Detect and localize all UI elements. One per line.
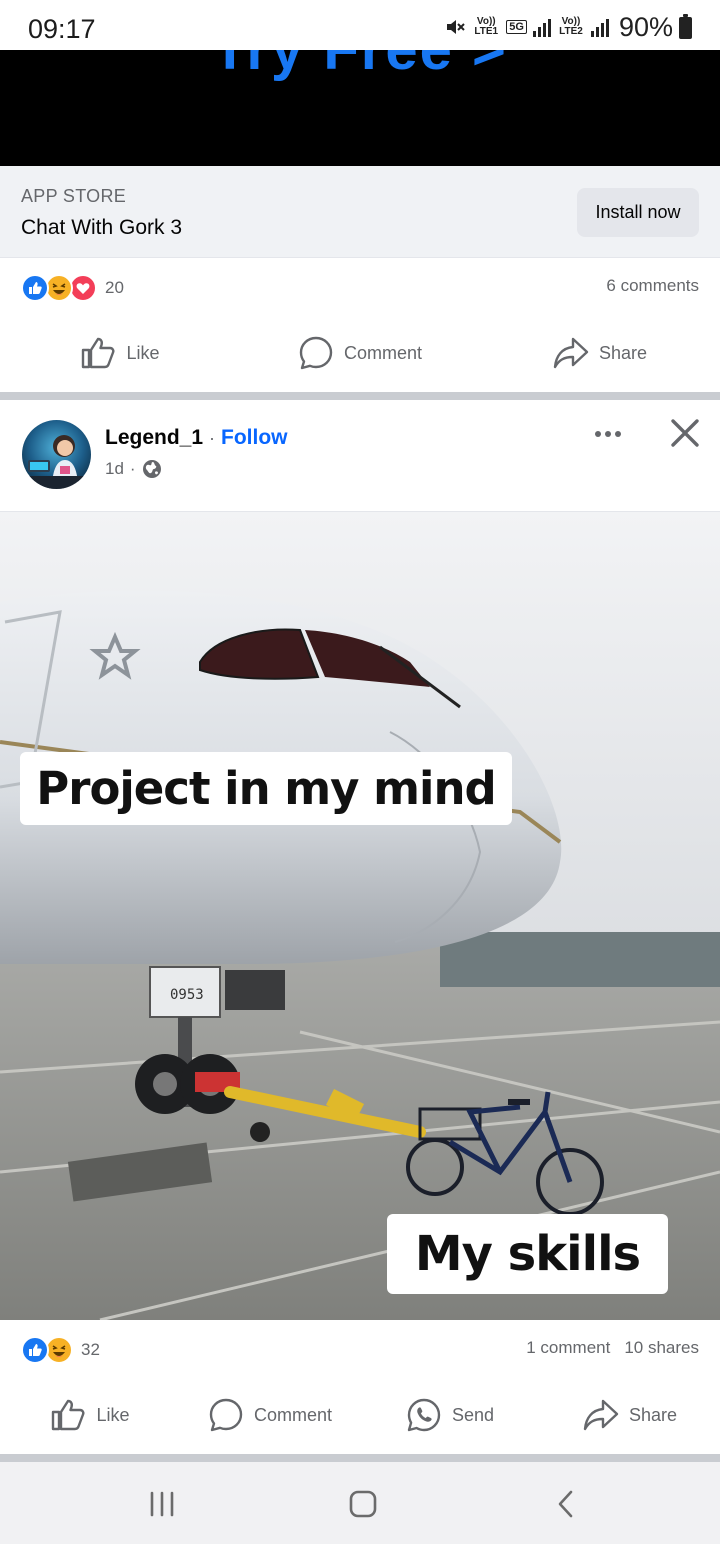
system-nav-bar (0, 1462, 720, 1544)
feed-divider (0, 392, 720, 400)
separator-dot: · (209, 428, 216, 448)
comment-label: Comment (343, 342, 423, 363)
svg-text:0953: 0953 (170, 987, 204, 1003)
install-button[interactable]: Install now (577, 188, 699, 237)
ad-action-bar: Like Comment Share (0, 318, 720, 388)
follow-button[interactable]: Follow (221, 426, 288, 450)
share-icon (583, 1399, 619, 1431)
mute-icon (447, 20, 465, 34)
like-label: Like (126, 342, 160, 363)
post-meta: 1d · (105, 459, 162, 479)
shares-count-link[interactable]: 10 shares (624, 1338, 699, 1358)
author-name[interactable]: Legend_1 (105, 426, 203, 450)
home-icon[interactable] (343, 1486, 383, 1522)
post-image[interactable]: 0953 Project in my mind My skills (0, 512, 720, 1320)
caption-top: Project in my mind (20, 752, 512, 825)
comment-icon (299, 336, 333, 370)
haha-reaction-icon (45, 1336, 73, 1364)
globe-icon (142, 460, 161, 478)
love-reaction-icon (69, 274, 97, 302)
ad-cta-bar[interactable]: APP STORE Chat With Gork 3 Install now (0, 166, 720, 258)
comments-count-link[interactable]: 6 comments (606, 276, 699, 296)
meta-dot: · (129, 459, 136, 478)
like-reaction-icon (21, 1336, 49, 1364)
thumbs-up-icon (52, 1399, 85, 1431)
comment-icon (209, 1398, 243, 1432)
ad-store-label: APP STORE (21, 186, 127, 206)
author-line: Legend_1 · Follow (105, 426, 288, 450)
caption-bottom: My skills (387, 1214, 668, 1294)
haha-reaction-icon (45, 274, 73, 302)
reaction-summary[interactable]: 32 (21, 1336, 100, 1364)
post-reactions-row: 32 1 comment 10 shares (0, 1320, 720, 1376)
post-action-bar: Like Comment Send Share (0, 1380, 720, 1450)
battery-level: 90% (618, 11, 673, 42)
thumbs-up-icon (82, 337, 115, 369)
reaction-count: 20 (105, 278, 124, 297)
close-icon[interactable] (665, 413, 705, 453)
comment-button[interactable]: Comment (240, 335, 480, 371)
share-button[interactable]: Share (480, 336, 720, 370)
post-time[interactable]: 1d (105, 459, 124, 479)
recent-apps-icon[interactable] (142, 1486, 182, 1522)
share-icon (553, 337, 589, 369)
whatsapp-icon (407, 1398, 441, 1432)
share-label: Share (598, 342, 648, 363)
more-options-icon[interactable] (588, 420, 628, 448)
like-label: Like (96, 1404, 130, 1425)
signal-icon (532, 19, 551, 37)
avatar[interactable] (22, 420, 91, 489)
reaction-count: 32 (81, 1340, 100, 1359)
comment-label: Comment (253, 1404, 333, 1425)
share-label: Share (628, 1404, 678, 1425)
post-engagement-stats: 1 comment 10 shares (526, 1338, 699, 1358)
like-reaction-icon (21, 274, 49, 302)
feed-divider (0, 1454, 720, 1462)
ad-engagement-stats: 6 comments (606, 276, 699, 296)
sim1-label: Vo)) LTE1 (474, 16, 499, 37)
comments-count-link[interactable]: 1 comment (526, 1338, 610, 1358)
reaction-summary[interactable]: 20 (21, 274, 124, 302)
back-icon[interactable] (546, 1486, 586, 1522)
comment-button[interactable]: Comment (180, 1397, 360, 1433)
like-button[interactable]: Like (0, 1398, 180, 1432)
ad-video[interactable]: Try Free > (0, 50, 720, 166)
like-button[interactable]: Like (0, 336, 240, 370)
ad-reactions-row: 20 6 comments (0, 258, 720, 314)
send-label: Send (451, 1404, 495, 1425)
signal-icon (590, 19, 609, 37)
status-bar: 09:17 Vo)) LTE1 5G Vo)) LTE2 90% (0, 0, 720, 50)
network-type: 5G (506, 20, 527, 34)
share-button[interactable]: Share (540, 1398, 720, 1432)
ad-media-text: Try Free > (0, 50, 720, 83)
status-icons: Vo)) LTE1 5G Vo)) LTE2 90% (444, 12, 692, 42)
battery-icon (679, 14, 692, 39)
ad-app-name[interactable]: Chat With Gork 3 (21, 216, 182, 240)
post-header: Legend_1 · Follow 1d · (0, 400, 720, 512)
meme-photo: 0953 (0, 512, 720, 1320)
send-button[interactable]: Send (360, 1397, 540, 1433)
clock: 09:17 (28, 14, 96, 44)
sim2-label: Vo)) LTE2 (559, 16, 583, 37)
